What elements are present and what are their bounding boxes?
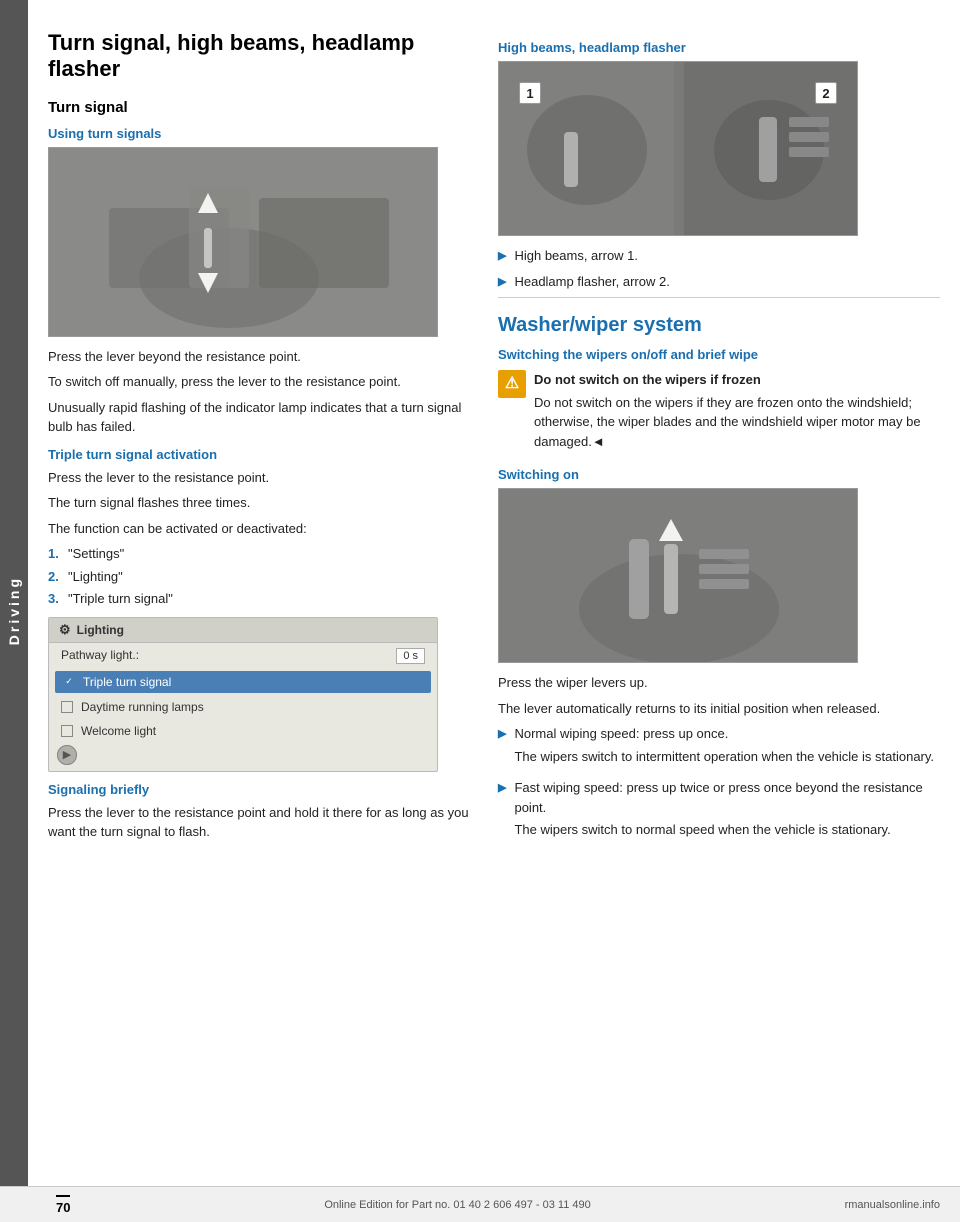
lighting-row-triple[interactable]: ✓ Triple turn signal: [55, 671, 431, 693]
high-beams-heading: High beams, headlamp flasher: [498, 40, 940, 55]
step-num: 1.: [48, 544, 62, 564]
lighting-row-daytime[interactable]: Daytime running lamps: [49, 695, 437, 719]
normal-wiping-content: Normal wiping speed: press up once. The …: [514, 724, 934, 772]
washer-image: [498, 488, 858, 663]
warning-text: Do not switch on the wipers if frozen: [534, 370, 940, 390]
step-num: 2.: [48, 567, 62, 587]
list-item: 3. "Triple turn signal": [48, 589, 478, 609]
warning-icon: ⚠: [498, 370, 526, 398]
triple-body3: The function can be activated or deactiv…: [48, 519, 478, 539]
right-column: High beams, headlamp flasher: [498, 30, 940, 1182]
high-beams-bullet2: Headlamp flasher, arrow 2.: [514, 272, 669, 292]
list-item: 1. "Settings": [48, 544, 478, 564]
lighting-row-welcome[interactable]: Welcome light: [49, 719, 437, 743]
settings-icon: ⚙: [59, 622, 71, 638]
bullet-arrow-icon: ▶: [498, 726, 506, 772]
step-label: "Settings": [68, 544, 124, 564]
signaling-briefly-heading: Signaling briefly: [48, 782, 478, 797]
bullet-arrow-icon: ▶: [498, 274, 506, 292]
daytime-label: Daytime running lamps: [81, 700, 204, 714]
pathway-value: 0 s: [396, 648, 425, 664]
switching-wipers-heading: Switching the wipers on/off and brief wi…: [498, 347, 940, 362]
triple-body1: Press the lever to the resistance point.: [48, 468, 478, 488]
normal-wiping-label: Normal wiping speed: press up once.: [514, 724, 934, 744]
pathway-row: Pathway light.: 0 s: [49, 643, 437, 669]
fast-wiping-detail: The wipers switch to normal speed when t…: [514, 820, 940, 840]
lighting-menu-header: ⚙ Lighting: [49, 618, 437, 643]
side-tab-label: Driving: [6, 576, 22, 645]
step-num: 3.: [48, 589, 62, 609]
footer-bar: 70 Online Edition for Part no. 01 40 2 6…: [0, 1186, 960, 1222]
triple-turn-label: Triple turn signal: [83, 675, 171, 689]
pathway-label: Pathway light.:: [61, 648, 139, 664]
turn-signal-body1: Press the lever beyond the resistance po…: [48, 347, 478, 367]
main-content: Turn signal, high beams, headlamp flashe…: [28, 0, 960, 1222]
checkbox-welcome[interactable]: [61, 725, 73, 737]
high-beams-svg: [499, 62, 858, 236]
triple-body2: The turn signal flashes three times.: [48, 493, 478, 513]
fast-wiping-label: Fast wiping speed: press up twice or pre…: [514, 778, 940, 817]
warning-detail: Do not switch on the wipers if they are …: [534, 393, 940, 452]
bullet-arrow-icon: ▶: [498, 248, 506, 266]
page-title: Turn signal, high beams, headlamp flashe…: [48, 30, 478, 83]
warning-content: Do not switch on the wipers if frozen Do…: [534, 370, 940, 457]
page-number: 70: [56, 1195, 70, 1215]
lighting-header-label: Lighting: [77, 623, 124, 637]
lighting-menu-screenshot: ⚙ Lighting Pathway light.: 0 s ✓ Triple …: [48, 617, 438, 772]
turn-signal-body2: To switch off manually, press the lever …: [48, 372, 478, 392]
nav-next-icon[interactable]: ▶: [57, 745, 77, 765]
page-container: Driving Turn signal, high beams, headlam…: [0, 0, 960, 1222]
badge-1: 1: [519, 82, 541, 104]
checkbox-triple[interactable]: ✓: [63, 676, 75, 688]
fast-wiping-content: Fast wiping speed: press up twice or pre…: [514, 778, 940, 846]
welcome-label: Welcome light: [81, 724, 156, 738]
footer-text: Online Edition for Part no. 01 40 2 606 …: [324, 1199, 590, 1211]
signaling-briefly-body: Press the lever to the resistance point …: [48, 803, 478, 842]
wiper-body1: Press the wiper levers up.: [498, 673, 940, 693]
bullet-high-beams: ▶ High beams, arrow 1.: [498, 246, 940, 266]
car-interior-svg: [49, 148, 438, 337]
washer-svg: [499, 489, 858, 663]
switching-on-heading: Switching on: [498, 467, 940, 482]
turn-signal-image: [48, 147, 438, 337]
step-label: "Triple turn signal": [68, 589, 173, 609]
divider: [498, 297, 940, 298]
left-column: Turn signal, high beams, headlamp flashe…: [48, 30, 478, 1182]
bullet-headlamp-flasher: ▶ Headlamp flasher, arrow 2.: [498, 272, 940, 292]
bullet-fast-wiping: ▶ Fast wiping speed: press up twice or p…: [498, 778, 940, 846]
step-label: "Lighting": [68, 567, 123, 587]
high-beams-image: 1 2: [498, 61, 858, 236]
washer-wiper-heading: Washer/wiper system: [498, 314, 940, 337]
list-item: 2. "Lighting": [48, 567, 478, 587]
bullet-normal-wiping: ▶ Normal wiping speed: press up once. Th…: [498, 724, 940, 772]
badge-2: 2: [815, 82, 837, 104]
side-tab: Driving: [0, 0, 28, 1222]
checkbox-daytime[interactable]: [61, 701, 73, 713]
normal-wiping-detail: The wipers switch to intermittent operat…: [514, 747, 934, 767]
triple-steps-list: 1. "Settings" 2. "Lighting" 3. "Triple t…: [48, 544, 478, 609]
using-turn-signals-heading: Using turn signals: [48, 126, 478, 141]
bullet-arrow-icon: ▶: [498, 780, 506, 846]
turn-signal-heading: Turn signal: [48, 99, 478, 116]
footer-brand: rmanualsonline.info: [845, 1199, 940, 1211]
high-beams-bullet1: High beams, arrow 1.: [514, 246, 638, 266]
turn-signal-body3: Unusually rapid flashing of the indicato…: [48, 398, 478, 437]
warning-box: ⚠ Do not switch on the wipers if frozen …: [498, 370, 940, 457]
triple-activation-heading: Triple turn signal activation: [48, 447, 478, 462]
wiper-body2: The lever automatically returns to its i…: [498, 699, 940, 719]
